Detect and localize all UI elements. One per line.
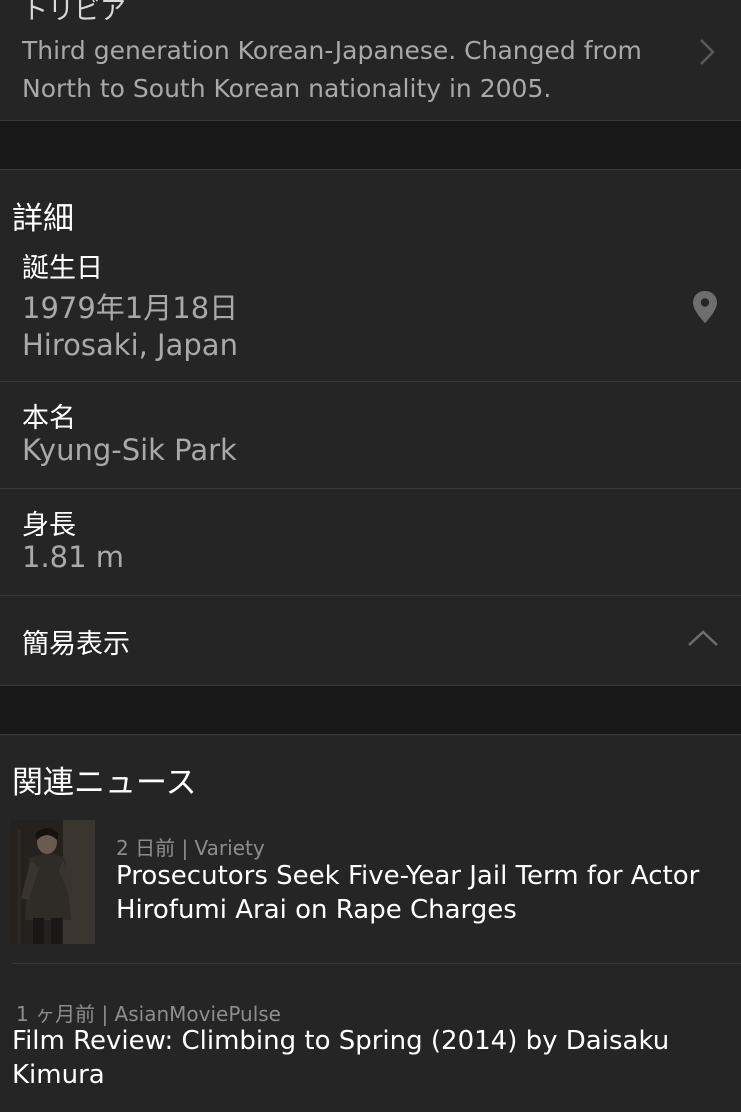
birth-label: 誕生日 <box>22 253 103 284</box>
trivia-row[interactable]: トリビア Third generation Korean-Japanese. C… <box>0 0 741 121</box>
section-divider-band <box>0 686 741 735</box>
trivia-text: Third generation Korean-Japanese. Change… <box>22 36 642 103</box>
height-row: 身長 1.81 m <box>0 489 741 596</box>
map-pin-icon[interactable] <box>692 290 718 324</box>
news-item[interactable]: 2 日前 | Variety Prosecutors Seek Five-Yea… <box>0 818 741 963</box>
chevron-right-icon <box>700 39 715 65</box>
real-name-value: Kyung-Sik Park <box>22 433 237 467</box>
trivia-heading: トリビア <box>22 0 127 26</box>
news-meta: 1 ヶ月前 | AsianMoviePulse <box>16 1002 281 1026</box>
news-thumbnail-image <box>11 820 95 944</box>
section-divider-band <box>0 121 741 170</box>
height-value: 1.81 m <box>22 540 125 574</box>
news-thumbnail <box>11 820 95 944</box>
show-less-toggle[interactable]: 簡易表示 <box>0 596 741 686</box>
real-name-row: 本名 Kyung-Sik Park <box>0 382 741 489</box>
birth-row[interactable]: 誕生日 1979年1月18日 Hirosaki, Japan <box>0 232 741 382</box>
news-section-title: 関連ニュース <box>12 765 197 801</box>
show-less-label: 簡易表示 <box>22 629 130 660</box>
chevron-up-icon <box>688 630 718 646</box>
news-item[interactable]: 1 ヶ月前 | AsianMoviePulse Film Review: Cli… <box>0 964 741 1112</box>
birth-place: Hirosaki, Japan <box>22 328 238 362</box>
news-meta: 2 日前 | Variety <box>116 836 265 860</box>
real-name-label: 本名 <box>22 403 76 434</box>
height-label: 身長 <box>22 510 76 541</box>
news-headline: Film Review: Climbing to Spring (2014) b… <box>12 1026 670 1090</box>
news-headline: Prosecutors Seek Five-Year Jail Term for… <box>116 861 700 925</box>
actor-details-page: トリビア Third generation Korean-Japanese. C… <box>0 0 741 1112</box>
birth-date: 1979年1月18日 <box>22 291 239 325</box>
